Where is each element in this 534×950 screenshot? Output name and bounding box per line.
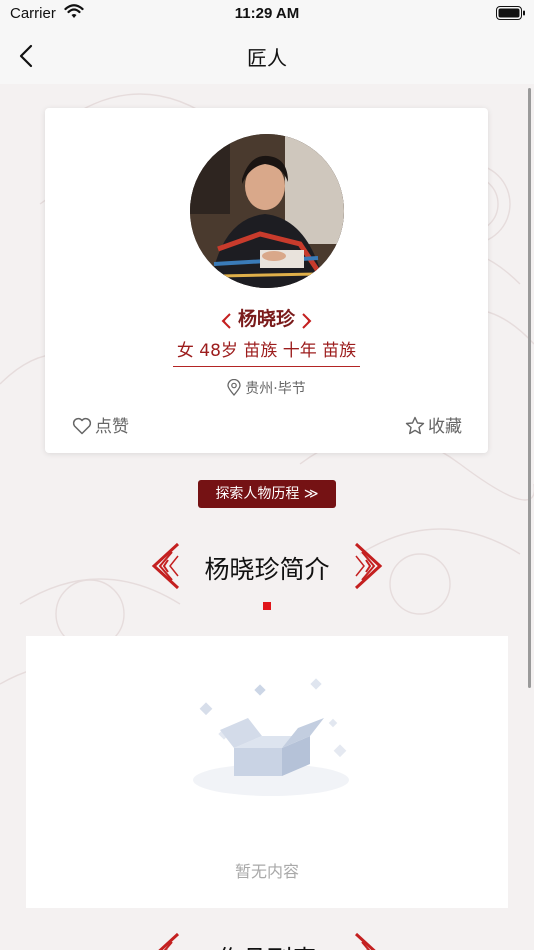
favorite-button[interactable]: 收藏	[405, 412, 462, 437]
profile-card: 杨晓珍 女 48岁 苗族 十年 苗族 贵州·毕节 点赞 收藏	[45, 108, 488, 453]
profile-tags: 女 48岁 苗族 十年 苗族	[176, 341, 357, 361]
heart-icon	[72, 417, 92, 435]
right-section-ornament-icon	[354, 932, 376, 950]
intro-section-header: 杨晓珍简介	[0, 540, 534, 592]
location-pin-icon	[227, 379, 241, 396]
right-section-ornament-icon	[354, 542, 383, 590]
nav-bar: 匠人	[0, 28, 534, 84]
empty-state-text: 暂无内容	[234, 862, 299, 881]
left-ornament-icon	[221, 312, 231, 329]
intro-title: 杨晓珍简介	[204, 555, 330, 584]
location-row: 贵州·毕节	[45, 378, 488, 398]
empty-box-icon	[193, 678, 349, 796]
main-content[interactable]: 杨晓珍 女 48岁 苗族 十年 苗族 贵州·毕节 点赞 收藏 探索人物历程 ≫	[0, 84, 534, 950]
page-title: 匠人	[247, 46, 287, 70]
works-section-header: 作品列表	[0, 930, 534, 950]
avatar	[190, 134, 344, 288]
section-indicator-dot	[263, 602, 271, 610]
artisan-name: 杨晓珍	[237, 308, 295, 330]
like-button[interactable]: 点赞	[72, 412, 129, 437]
star-icon	[405, 416, 425, 435]
clock-time: 11:29 AM	[234, 5, 300, 22]
like-label: 点赞	[95, 417, 129, 437]
intro-panel: 暂无内容	[26, 636, 508, 908]
right-ornament-icon	[302, 312, 312, 329]
tags-divider	[173, 366, 360, 367]
name-row: 杨晓珍	[45, 304, 488, 330]
works-title: 作品列表	[0, 940, 534, 950]
location-text: 贵州·毕节	[245, 381, 306, 397]
battery-icon	[496, 6, 526, 25]
scroll-indicator[interactable]	[528, 88, 531, 688]
favorite-label: 收藏	[428, 417, 462, 437]
status-bar: Carrier 11:29 AM	[0, 0, 534, 28]
explore-journey-button[interactable]: 探索人物历程 ≫	[198, 480, 336, 508]
